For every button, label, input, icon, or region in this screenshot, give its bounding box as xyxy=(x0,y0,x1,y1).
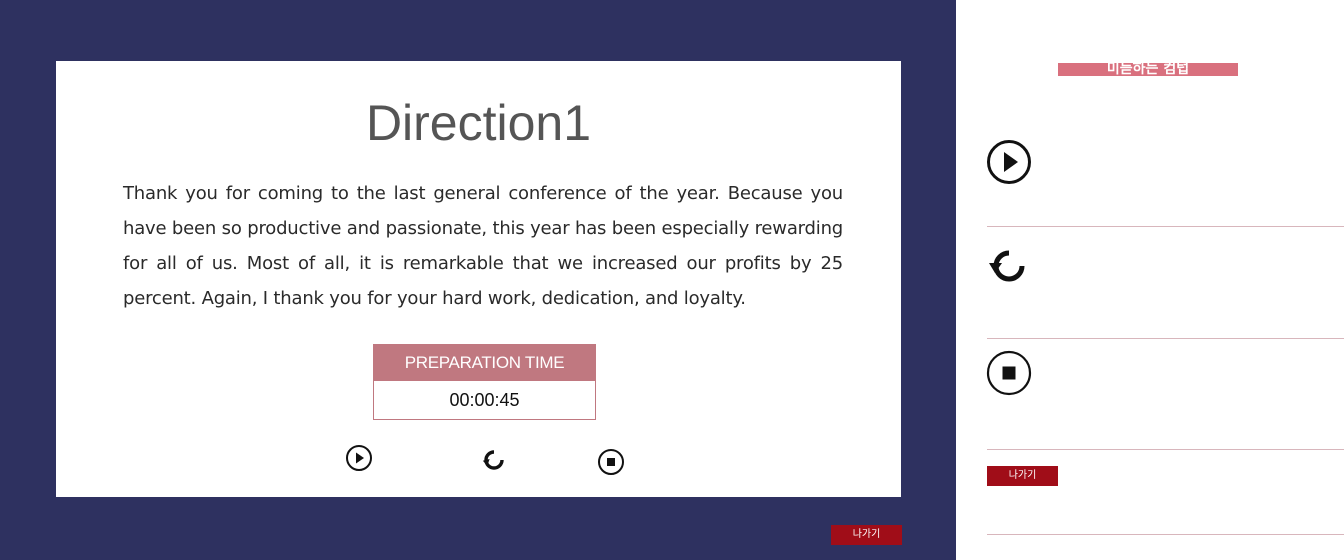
side-panel: 미듣하는 컴텁 나가기 xyxy=(956,0,1344,560)
side-stop-button[interactable] xyxy=(986,350,1032,396)
replay-icon xyxy=(482,450,504,470)
side-replay-button[interactable] xyxy=(986,242,1032,288)
play-circle-icon xyxy=(346,445,372,471)
stop-circle-icon xyxy=(598,449,624,475)
preparation-time-value: 00:00:45 xyxy=(449,390,520,410)
side-divider xyxy=(987,226,1344,227)
replay-button[interactable] xyxy=(479,445,509,475)
app-root: Direction1 Thank you for coming to the l… xyxy=(0,0,1344,560)
side-divider xyxy=(987,449,1344,450)
preparation-timer: PREPARATION TIME 00:00:45 xyxy=(373,344,596,420)
stop-button[interactable] xyxy=(596,447,626,477)
play-circle-icon xyxy=(987,140,1031,184)
direction-text: Thank you for coming to the last general… xyxy=(123,183,843,309)
stop-circle-icon xyxy=(986,350,1032,396)
exit-button[interactable]: 나가기 xyxy=(831,525,902,545)
side-heading: 미듣하는 컴텁 xyxy=(1058,63,1238,76)
side-divider xyxy=(987,338,1344,339)
replay-icon xyxy=(989,250,1025,282)
direction-title: Direction1 xyxy=(365,95,592,151)
play-button[interactable] xyxy=(344,443,374,473)
side-play-button[interactable] xyxy=(986,139,1032,185)
direction-card: Direction1 Thank you for coming to the l… xyxy=(56,61,901,497)
side-exit-button[interactable]: 나가기 xyxy=(987,466,1058,486)
preparation-label: PREPARATION TIME xyxy=(374,345,595,381)
side-divider xyxy=(987,534,1344,535)
